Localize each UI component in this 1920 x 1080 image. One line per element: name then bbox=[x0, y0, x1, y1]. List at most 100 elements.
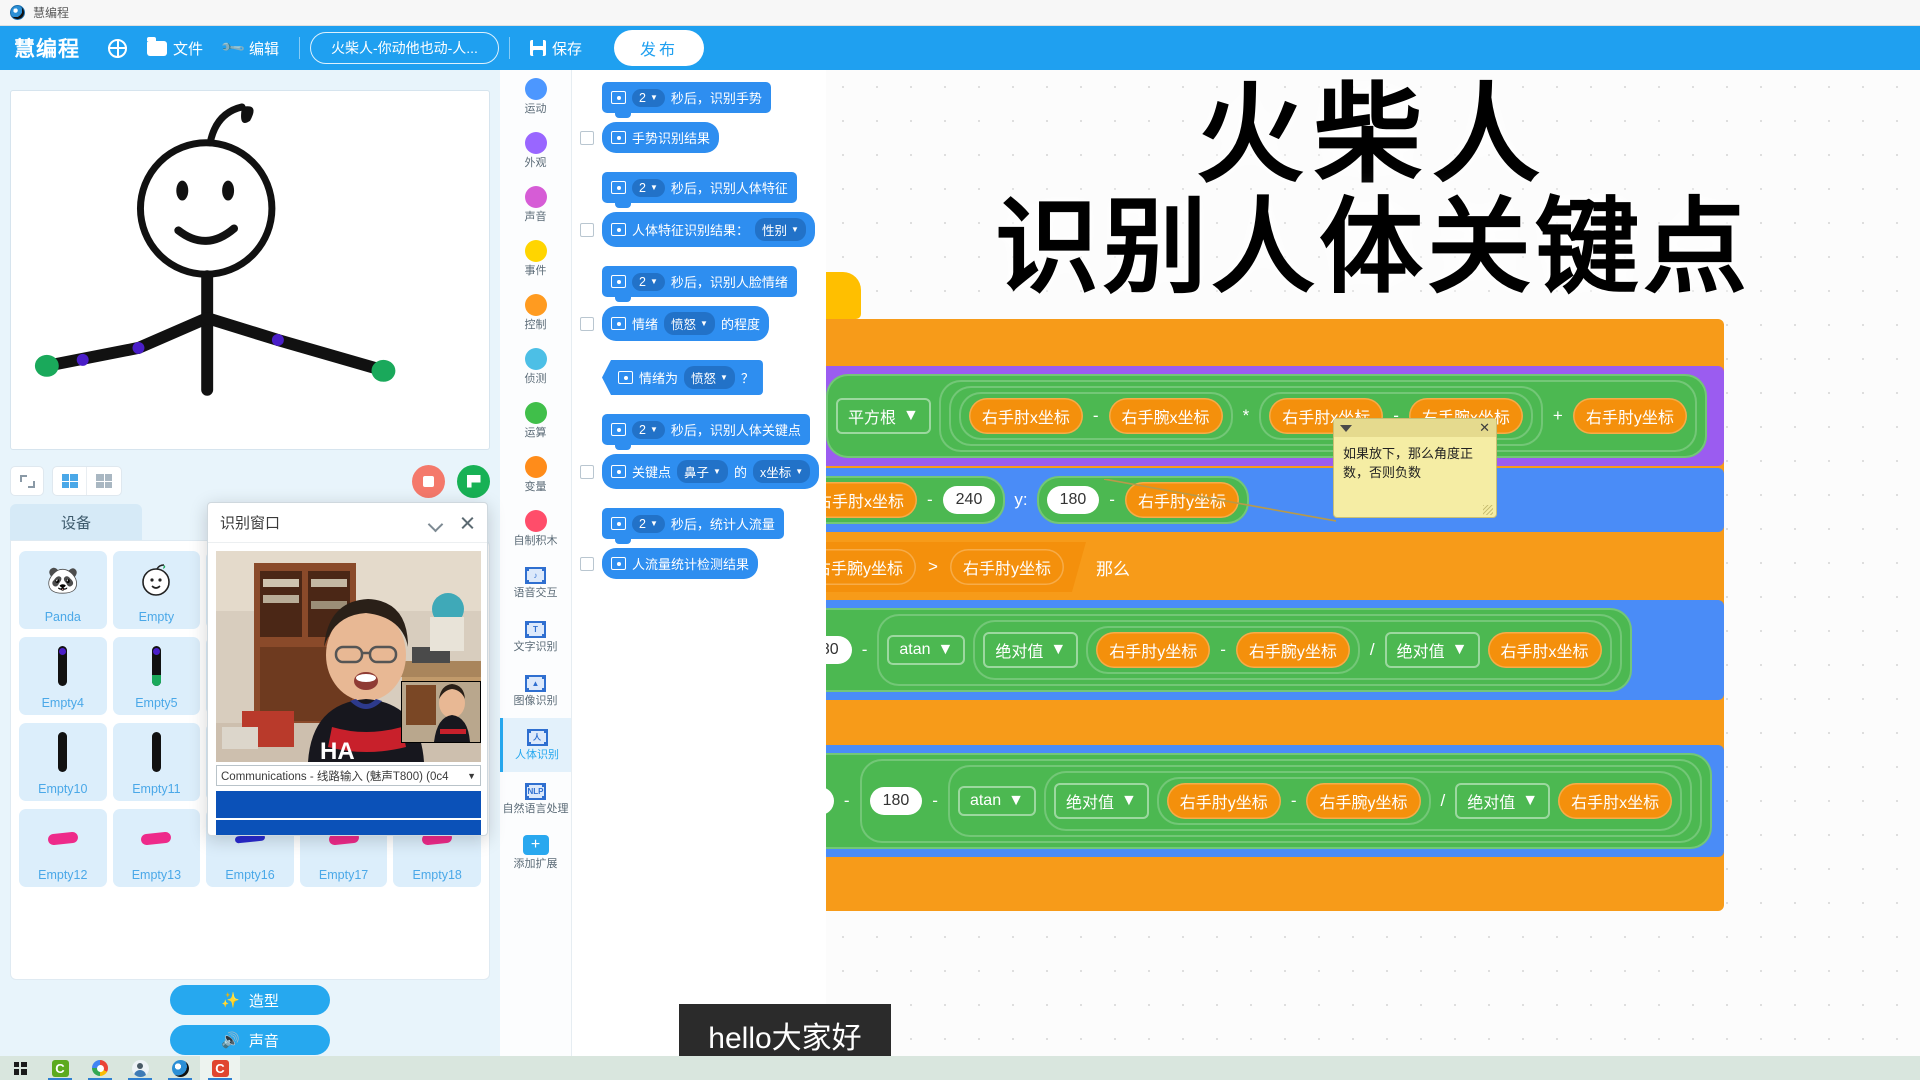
var-right-elbow-y-1[interactable]: 右手肘y坐标 bbox=[1572, 398, 1687, 434]
block-point-in-direction-else[interactable]: 面向 0 - 180 - atan▼ bbox=[826, 745, 1725, 857]
menu-file[interactable]: 文件 bbox=[137, 34, 213, 63]
category-8[interactable]: 变量 bbox=[500, 448, 571, 502]
category-11[interactable]: T 文字识别 bbox=[500, 610, 571, 664]
palette-block[interactable]: 2 ▼ 秒后，统计人流量 bbox=[602, 508, 784, 544]
taskbar-camtasia-red[interactable]: C bbox=[200, 1056, 240, 1080]
palette-block[interactable]: 2 ▼ 秒后，识别人脸情绪 bbox=[602, 266, 797, 302]
palette-block[interactable]: 手势识别结果 bbox=[602, 122, 720, 153]
taskbar-mblock[interactable] bbox=[160, 1056, 200, 1080]
stage-area[interactable] bbox=[10, 90, 490, 450]
resize-grip-icon[interactable] bbox=[1483, 505, 1493, 515]
seconds-dropdown[interactable]: 2 ▼ bbox=[632, 272, 665, 291]
operator-sub-else-inner[interactable]: 右手肘y坐标 - 右手腕y坐标 bbox=[1156, 777, 1431, 825]
abs-dropdown-if-2[interactable]: 绝对值 ▼ bbox=[1384, 632, 1480, 668]
code-workspace[interactable]: 火柴人 识别人体关键点 当 被点击 重复执行 将大小设为 平方根▼ bbox=[826, 70, 1920, 1056]
taskbar-camtasia-green[interactable]: C bbox=[40, 1056, 80, 1080]
sound-button[interactable]: 🔊 声音 bbox=[170, 1025, 330, 1055]
option-dropdown[interactable]: 愤怒 ▼ bbox=[664, 312, 715, 335]
palette-block[interactable]: 2 ▼ 秒后，识别手势 bbox=[602, 82, 771, 118]
seconds-dropdown[interactable]: 2 ▼ bbox=[632, 88, 665, 107]
palette-block[interactable]: 关键点 鼻子 ▼ 的 x坐标 ▼ bbox=[602, 454, 820, 489]
category-15[interactable]: + 添加扩展 bbox=[500, 826, 571, 880]
palette-checkbox[interactable] bbox=[580, 316, 594, 331]
sprite-item[interactable]: Empty4 bbox=[19, 637, 107, 715]
publish-button[interactable]: 发布 bbox=[613, 30, 704, 66]
var-right-wrist-y-if[interactable]: 右手腕y坐标 bbox=[1235, 632, 1350, 668]
var-right-elbow-y-if[interactable]: 右手肘y坐标 bbox=[1096, 632, 1211, 668]
chevron-down-icon[interactable] bbox=[429, 519, 444, 527]
category-2[interactable]: 外观 bbox=[500, 124, 571, 178]
var-right-elbow-x-1[interactable]: 右手肘x坐标 bbox=[968, 398, 1083, 434]
seconds-dropdown[interactable]: 2 ▼ bbox=[632, 514, 665, 533]
sprite-item[interactable]: Empty12 bbox=[19, 809, 107, 887]
num-240[interactable]: 240 bbox=[942, 486, 996, 514]
costume-button[interactable]: ✨ 造型 bbox=[170, 985, 330, 1015]
green-flag-button[interactable] bbox=[457, 464, 490, 498]
option-dropdown[interactable]: 愤怒 ▼ bbox=[684, 366, 735, 389]
sprite-item[interactable]: Empty bbox=[112, 551, 201, 629]
operator-sub-if-inner[interactable]: 右手肘y坐标 - 右手腕y坐标 bbox=[1086, 626, 1360, 674]
palette-checkbox[interactable] bbox=[580, 464, 594, 479]
project-name-field[interactable]: 火柴人-你动他也动-人... bbox=[309, 32, 499, 64]
operator-sub-group-1[interactable]: 右手肘x坐标 - 右手腕x坐标 bbox=[958, 392, 1233, 440]
fullscreen-button[interactable] bbox=[10, 466, 44, 496]
close-icon[interactable]: ✕ bbox=[1479, 420, 1490, 436]
palette-block[interactable]: 情绪为 愤怒 ▼ ？ bbox=[602, 360, 763, 395]
operator-sub-else-outer[interactable]: 0 - 180 - atan ▼ bbox=[826, 753, 1713, 849]
operator-divide-if[interactable]: 绝对值 ▼ 右手肘y坐标 - 右手腕y坐标 / 绝对值 ▼ 右手肘x坐标 bbox=[973, 620, 1612, 680]
triangle-down-icon[interactable] bbox=[1340, 424, 1352, 432]
category-13[interactable]: 人人体识别 bbox=[500, 718, 571, 772]
menu-edit[interactable]: 🔧 编辑 bbox=[213, 34, 289, 63]
category-6[interactable]: 侦测 bbox=[500, 340, 571, 394]
category-9[interactable]: 自制积木 bbox=[500, 502, 571, 556]
sprite-item[interactable]: Empty11 bbox=[112, 723, 201, 801]
palette-checkbox[interactable] bbox=[580, 130, 594, 145]
palette-block[interactable]: 2 ▼ 秒后，识别人体特征 bbox=[602, 172, 797, 208]
palette-checkbox[interactable] bbox=[580, 556, 594, 571]
operator-atan-else[interactable]: atan ▼ 绝对值 ▼ 右手肘y坐标 - 右手腕y坐标 / 绝对值 ▼ 右手肘… bbox=[947, 765, 1693, 837]
operator-sub-y[interactable]: 180 - 右手肘y坐标 bbox=[1036, 476, 1249, 524]
taskbar-meeting-app[interactable] bbox=[120, 1056, 160, 1080]
condition-greater-than[interactable]: 右手腕y坐标 > 右手肘y坐标 bbox=[826, 542, 1086, 592]
var-right-wrist-x-1[interactable]: 右手腕x坐标 bbox=[1108, 398, 1223, 434]
category-7[interactable]: 运算 bbox=[500, 394, 571, 448]
var-right-wrist-y-else[interactable]: 右手腕y坐标 bbox=[1306, 783, 1421, 819]
sprite-item[interactable]: Empty5 bbox=[112, 637, 201, 715]
coordinate-dropdown[interactable]: x坐标 ▼ bbox=[752, 460, 811, 483]
recognition-window-dialog[interactable]: 识别窗口 HA Communications - 线路输入 (魅声T800) (… bbox=[207, 502, 488, 836]
category-12[interactable]: ▲ 图像识别 bbox=[500, 664, 571, 718]
seconds-dropdown[interactable]: 2 ▼ bbox=[632, 178, 665, 197]
option-dropdown[interactable]: 性别 ▼ bbox=[755, 218, 806, 241]
abs-dropdown-else-2[interactable]: 绝对值 ▼ bbox=[1455, 783, 1551, 819]
block-goto-xy[interactable]: 移到 x: 右手肘x坐标 - 240 y: 180 - 右手肘y坐标 bbox=[826, 468, 1725, 532]
script-stack[interactable]: 当 被点击 重复执行 将大小设为 平方根▼ bbox=[826, 272, 1725, 911]
tab-device[interactable]: 设备 bbox=[10, 504, 142, 540]
stop-button[interactable] bbox=[412, 464, 445, 498]
workspace-comment[interactable]: ✕ 如果放下，那么角度正数，否则负数 bbox=[1333, 418, 1497, 518]
block-if-else[interactable]: 如果 右手腕y坐标 > 右手肘y坐标 那么 面向 180 bbox=[826, 534, 1725, 885]
category-1[interactable]: 运动 bbox=[500, 70, 571, 124]
taskbar-start-button[interactable] bbox=[0, 1056, 40, 1080]
sprite-item[interactable]: Empty10 bbox=[19, 723, 107, 801]
block-forever[interactable]: 重复执行 将大小设为 平方根▼ 右手肘x坐标 - bbox=[826, 319, 1725, 911]
operator-atan-if[interactable]: atan ▼ 绝对值 ▼ 右手肘y坐标 - 右手腕y坐标 / 绝对值 ▼ 右手肘… bbox=[877, 614, 1622, 686]
operator-sub-x[interactable]: 右手肘x坐标 - 240 bbox=[826, 476, 1006, 524]
sqrt-dropdown[interactable]: 平方根 ▼ bbox=[836, 398, 931, 434]
var-right-elbow-y-cond[interactable]: 右手肘y坐标 bbox=[950, 549, 1064, 585]
abs-dropdown-if-1[interactable]: 绝对值 ▼ bbox=[983, 632, 1079, 668]
palette-block[interactable]: 人体特征识别结果： 性别 ▼ bbox=[602, 212, 815, 247]
save-button[interactable]: 保存 bbox=[520, 34, 592, 63]
language-button[interactable] bbox=[98, 35, 137, 62]
category-4[interactable]: 事件 bbox=[500, 232, 571, 286]
operator-sub-else[interactable]: 180 - atan ▼ 绝对值 ▼ 右手肘y坐标 - 右手腕y坐标 / 绝对值… bbox=[859, 759, 1703, 843]
block-point-in-direction-if[interactable]: 面向 180 - atan▼ 绝 bbox=[826, 600, 1725, 700]
layout-small-button[interactable] bbox=[87, 467, 121, 495]
operator-add-group[interactable]: 右手肘x坐标 - 右手腕x坐标 * 右手肘x坐标 - 右手腕x坐标 bbox=[938, 380, 1697, 452]
category-3[interactable]: 声音 bbox=[500, 178, 571, 232]
var-right-elbow-y-goto[interactable]: 右手肘y坐标 bbox=[1124, 482, 1239, 518]
atan-dropdown-else[interactable]: atan ▼ bbox=[957, 786, 1036, 816]
operator-divide-else[interactable]: 绝对值 ▼ 右手肘y坐标 - 右手腕y坐标 / 绝对值 ▼ 右手肘x坐标 bbox=[1043, 771, 1683, 831]
palette-block[interactable]: 人流量统计检测结果 bbox=[602, 548, 759, 579]
sprite-item[interactable]: 🐼 Panda bbox=[19, 551, 107, 629]
var-right-elbow-x-else[interactable]: 右手肘x坐标 bbox=[1558, 783, 1673, 819]
